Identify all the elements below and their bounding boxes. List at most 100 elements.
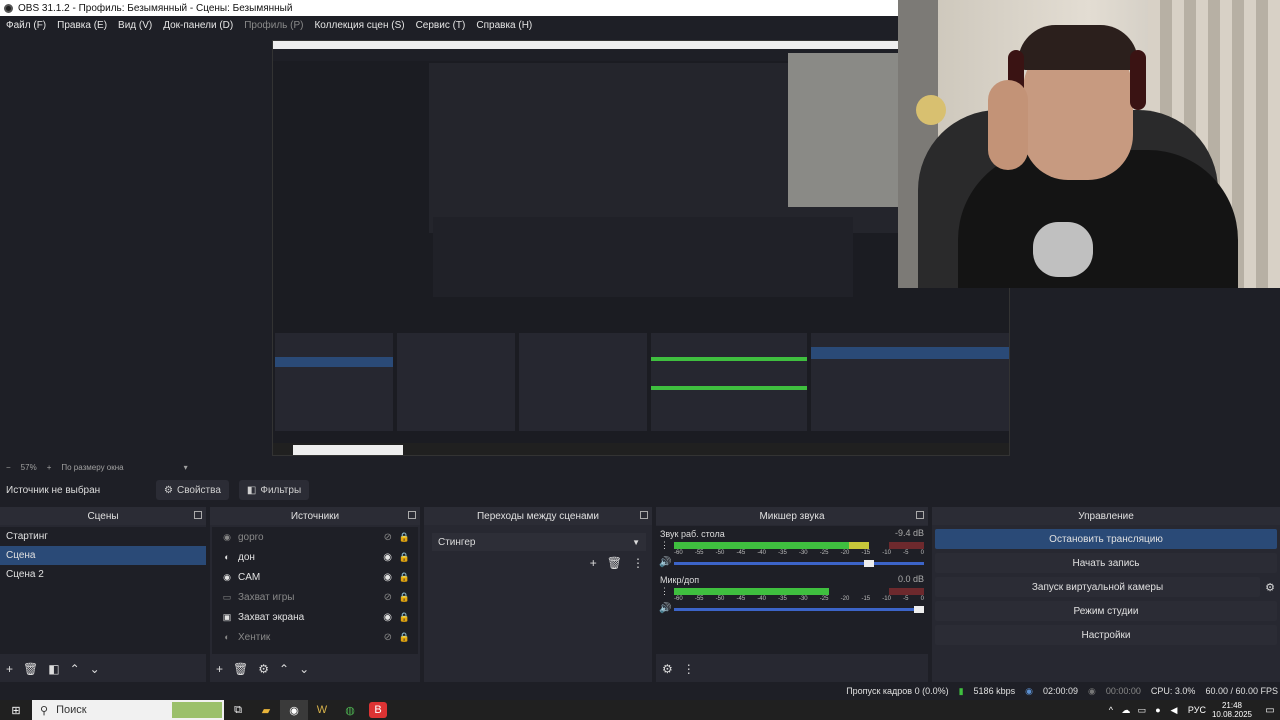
taskbar-search[interactable]: ⚲ Поиск (32, 700, 224, 720)
undock-icon[interactable] (194, 511, 202, 519)
more-icon[interactable]: ⋮ (660, 540, 669, 551)
eye-icon[interactable]: ◉ (383, 552, 392, 563)
sources-list[interactable]: ◉ gopro ⊘ 🔒 ◐ дон ◉ 🔒 ◉ CAM ◉ 🔒 ▭ Захват игры ⊘ 🔒 ▣ З… (212, 527, 418, 654)
eye-hidden-icon[interactable]: ⊘ (384, 632, 392, 643)
source-item[interactable]: ▣ Захват экрана ◉ 🔒 (212, 607, 418, 627)
studio-mode-button[interactable]: Режим студии (935, 601, 1277, 621)
filters-button[interactable]: ◧ Фильтры (238, 480, 310, 500)
source-item[interactable]: ◐ дон ◉ 🔒 (212, 547, 418, 567)
nested-meter-1 (651, 357, 807, 361)
obs-app-icon[interactable]: ◉ (280, 700, 308, 720)
gear-icon[interactable]: ⚙ (1260, 581, 1280, 594)
nested-mixer-dock (651, 333, 807, 431)
undock-icon[interactable] (408, 511, 416, 519)
eye-hidden-icon[interactable]: ⊘ (384, 532, 392, 543)
chrome-icon[interactable]: ◍ (336, 700, 364, 720)
scale-tick: -25 (819, 550, 829, 556)
add-icon[interactable]: + (6, 662, 13, 676)
clock[interactable]: 21:48 10.08.2025 (1212, 701, 1252, 719)
move-up-icon[interactable]: ⌃ (279, 662, 289, 676)
stop-stream-button[interactable]: Остановить трансляцию (935, 529, 1277, 549)
taskbar: ⊞ ⚲ Поиск ⧉ ▰ ◉ W ◍ B ^ ☁ ▭ ● ◀ РУС 21:4… (0, 700, 1280, 720)
more-icon[interactable]: ⋮ (683, 662, 695, 676)
network-icon[interactable]: ▭ (1134, 700, 1150, 720)
lock-icon[interactable]: 🔒 (399, 632, 410, 643)
move-down-icon[interactable]: ⌄ (299, 662, 309, 676)
properties-button[interactable]: ⚙ Свойства (156, 480, 229, 500)
speaker-icon[interactable]: 🔊 (659, 557, 671, 568)
dropped-frames: Пропуск кадров 0 (0.0%) (846, 686, 949, 696)
gear-icon[interactable]: ⚙ (258, 662, 269, 676)
undock-icon[interactable] (916, 511, 924, 519)
source-item[interactable]: ◉ gopro ⊘ 🔒 (212, 527, 418, 547)
scene-item-selected[interactable]: Сцена (0, 546, 206, 565)
webcam-person-hand (988, 80, 1028, 170)
transition-select[interactable]: Стингер ▼ (432, 533, 646, 551)
source-icon: ◐ (224, 552, 230, 562)
lock-icon[interactable]: 🔒 (399, 552, 410, 563)
menu-help[interactable]: Справка (H) (476, 20, 532, 31)
folder-icon[interactable]: ▰ (252, 700, 280, 720)
notification-icon[interactable]: ▭ (1260, 700, 1280, 720)
menu-scene-collection[interactable]: Коллекция сцен (S) (314, 20, 404, 31)
lock-icon[interactable]: 🔒 (399, 612, 410, 623)
status-bar: Пропуск кадров 0 (0.0%) ▮ 5186 kbps ◉ 02… (0, 682, 1280, 700)
volume-slider[interactable] (674, 606, 924, 613)
undock-icon[interactable] (640, 511, 648, 519)
eye-icon[interactable]: ◉ (383, 572, 392, 583)
filter-icon[interactable]: ◧ (48, 662, 59, 676)
move-up-icon[interactable]: ⌃ (70, 662, 80, 676)
settings-button[interactable]: Настройки (935, 625, 1277, 645)
eye-hidden-icon[interactable]: ⊘ (384, 592, 392, 603)
search-placeholder: Поиск (56, 704, 87, 716)
scenes-list[interactable]: Стартинг Сцена Сцена 2 (0, 527, 206, 654)
mixer-toolbar: ⚙ ⋮ (656, 660, 928, 678)
lock-icon[interactable]: 🔒 (399, 572, 410, 583)
fit-dropdown[interactable]: По размеру окна (61, 463, 123, 472)
chevron-down-icon[interactable]: ▾ (184, 463, 188, 472)
chevron-up-icon[interactable]: ^ (1104, 700, 1118, 720)
move-down-icon[interactable]: ⌄ (90, 662, 100, 676)
language-indicator[interactable]: РУС (1188, 705, 1206, 715)
more-icon[interactable]: ⋮ (660, 586, 669, 597)
speaker-icon[interactable]: 🔊 (659, 603, 671, 614)
source-item[interactable]: ◉ CAM ◉ 🔒 (212, 567, 418, 587)
menu-view[interactable]: Вид (V) (118, 20, 152, 31)
eye-icon[interactable]: ◉ (383, 612, 392, 623)
volume-slider[interactable] (674, 560, 924, 567)
add-icon[interactable]: + (590, 556, 597, 570)
more-icon[interactable]: ⋮ (632, 556, 644, 570)
slider-handle[interactable] (914, 606, 924, 613)
zoom-in-button[interactable]: + (47, 463, 52, 472)
menu-tools[interactable]: Сервис (T) (416, 20, 466, 31)
app-icon[interactable]: W (308, 700, 336, 720)
start-record-button[interactable]: Начать запись (935, 553, 1277, 573)
app-b-icon[interactable]: B (369, 702, 387, 718)
trash-icon[interactable]: 🗑 (23, 662, 38, 676)
virtual-cam-button[interactable]: Запуск виртуальной камеры (935, 577, 1260, 597)
task-view-icon[interactable]: ⧉ (224, 700, 252, 720)
source-item[interactable]: ◐ Хентик ⊘ 🔒 (212, 627, 418, 647)
gear-icon[interactable]: ⚙ (662, 662, 673, 676)
trash-icon[interactable]: 🗑 (607, 556, 622, 570)
scene-item[interactable]: Сцена 2 (0, 565, 206, 584)
volume-icon[interactable]: ◀ (1166, 700, 1182, 720)
menu-profile[interactable]: Профиль (P) (244, 20, 303, 31)
trash-icon[interactable]: 🗑 (233, 662, 248, 676)
scene-item[interactable]: Стартинг (0, 527, 206, 546)
zoom-out-button[interactable]: − (6, 463, 11, 472)
cloud-icon[interactable]: ☁ (1118, 700, 1134, 720)
menu-edit[interactable]: Правка (E) (57, 20, 107, 31)
menu-docks[interactable]: Док-панели (D) (163, 20, 233, 31)
windows-start-icon[interactable]: ⊞ (0, 700, 32, 720)
slider-handle[interactable] (864, 560, 874, 567)
mixer-channels: Звук раб. стола -9.4 dB ⋮ -60 -55 -50 -45 -4… (656, 526, 928, 654)
mic-icon[interactable]: ● (1150, 700, 1166, 720)
lock-icon[interactable]: 🔒 (399, 532, 410, 543)
window-title: OBS 31.1.2 - Профиль: Безымянный - Сцены… (18, 2, 293, 14)
lock-icon[interactable]: 🔒 (399, 592, 410, 603)
source-item[interactable]: ▭ Захват игры ⊘ 🔒 (212, 587, 418, 607)
menu-file[interactable]: Файл (F) (6, 20, 46, 31)
add-icon[interactable]: + (216, 662, 223, 676)
record-icon: ◉ (1088, 685, 1096, 696)
